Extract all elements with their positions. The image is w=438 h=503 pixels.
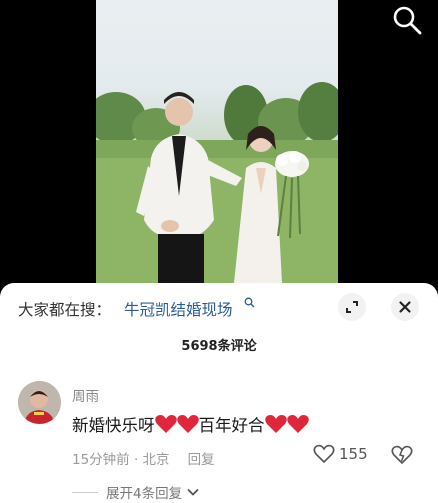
heart-icon	[154, 414, 177, 433]
expand-button[interactable]	[338, 293, 366, 321]
comment-text-part1: 新婚快乐呀	[72, 416, 155, 435]
search-suggestion-link[interactable]: 牛冠凯结婚现场	[124, 298, 233, 320]
search-prefix-label: 大家都在搜：	[18, 301, 112, 319]
search-suggestion-icon	[244, 297, 255, 308]
expand-replies-label: 展开4条回复	[106, 486, 183, 502]
avatar-image	[18, 381, 61, 424]
video-player[interactable]	[0, 0, 438, 283]
comment-sheet: 大家都在搜： 牛冠凯结婚现场 5698条评论 周雨 新婚快乐呀 百年好合 15分…	[0, 283, 438, 503]
close-icon	[399, 301, 411, 313]
comment-username[interactable]: 周雨	[72, 385, 99, 405]
heart-outline-icon	[313, 444, 335, 464]
search-suggestion-bar: 大家都在搜： 牛冠凯结婚现场	[0, 283, 438, 333]
like-count: 155	[339, 445, 368, 463]
comment-count: 5698条评论	[181, 339, 257, 354]
comment-time-location: 15分钟前 · 北京	[72, 452, 170, 468]
divider-line	[72, 491, 98, 493]
heart-icon	[176, 414, 199, 433]
search-button[interactable]	[390, 3, 424, 37]
chevron-down-icon	[187, 488, 199, 496]
close-button[interactable]	[391, 293, 419, 321]
reply-button[interactable]: 回复	[188, 448, 215, 468]
expand-replies-button[interactable]: 展开4条回复	[72, 482, 200, 502]
dislike-button[interactable]	[391, 444, 413, 466]
expand-icon	[346, 301, 358, 313]
avatar[interactable]	[18, 381, 61, 424]
like-button[interactable]: 155	[313, 444, 368, 464]
search-icon	[393, 6, 422, 35]
heart-icon	[264, 414, 287, 433]
heart-icon	[286, 414, 309, 433]
wedding-photo	[96, 82, 338, 283]
comment-text-part2: 百年好合	[198, 416, 265, 435]
thumbs-down-icon	[391, 445, 413, 465]
video-frame[interactable]	[96, 0, 338, 283]
comment-meta: 15分钟前 · 北京 回复	[72, 448, 215, 468]
comment-text: 新婚快乐呀 百年好合	[72, 412, 309, 436]
